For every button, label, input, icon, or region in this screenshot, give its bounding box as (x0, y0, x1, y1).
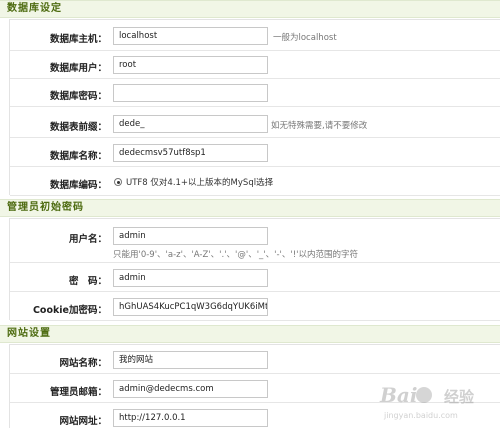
site-url-label: 网站网址： (59, 416, 107, 427)
admin-form: 用户名： admin 只能用'0-9'、'a-z'、'A-Z'、'.'、'@'、… (9, 218, 500, 321)
db-user-label: 数据库用户： (49, 63, 107, 74)
site-name-input[interactable]: 我的网站 (113, 351, 268, 369)
baidu-jingyan-watermark: Bai 经验 jingyan.baidu.com (380, 383, 500, 428)
db-password-label: 数据库密码： (49, 91, 107, 102)
db-user-input[interactable]: root (113, 56, 268, 74)
db-password-input[interactable] (113, 84, 268, 102)
watermark-url: jingyan.baidu.com (384, 411, 458, 420)
section-header-database: 数据库设定 (0, 0, 500, 18)
admin-cookie-label: Cookie加密码： (32, 305, 107, 316)
db-encoding-label: 数据库编码： (49, 180, 107, 191)
site-email-input[interactable]: admin@dedecms.com (113, 380, 268, 398)
watermark-logo: Bai (380, 383, 418, 407)
db-name-label: 数据库名称： (49, 151, 107, 162)
db-host-label: 数据库主机： (49, 34, 107, 45)
site-name-label: 网站名称： (59, 358, 107, 369)
admin-username-input[interactable]: admin (113, 227, 268, 245)
admin-password-label: 密 码： (68, 276, 107, 287)
admin-cookie-input[interactable]: hGhUAS4KucPC1qW3G6dqYUK6iMt (113, 298, 268, 316)
paw-icon (416, 387, 432, 403)
db-prefix-input[interactable]: dede_ (113, 115, 268, 133)
db-prefix-hint: 如无特殊需要,请不要修改 (271, 121, 368, 131)
admin-username-hint: 只能用'0-9'、'a-z'、'A-Z'、'.'、'@'、'_'、'-'、'!'… (113, 250, 358, 260)
watermark-text: 经验 (444, 388, 475, 406)
section-header-admin: 管理员初始密码 (0, 199, 500, 217)
encoding-option-label: UTF8 仅对4.1+以上版本的MySql选择 (126, 178, 274, 188)
section-header-site: 网站设置 (0, 325, 500, 343)
db-encoding-row: 数据库编码： UTF8 仅对4.1+以上版本的MySql选择 (10, 167, 500, 196)
admin-username-row: 用户名： admin 只能用'0-9'、'a-z'、'A-Z'、'.'、'@'、… (10, 219, 500, 263)
site-name-row: 网站名称： 我的网站 (10, 345, 500, 374)
db-prefix-row: 数据表前缀： dede_ 如无特殊需要,请不要修改 (10, 107, 500, 138)
db-host-row: 数据库主机： localhost 一般为localhost (10, 20, 500, 51)
admin-cookie-row: Cookie加密码： hGhUAS4KucPC1qW3G6dqYUK6iMt (10, 292, 500, 321)
db-name-input[interactable]: dedecmsv57utf8sp1 (113, 144, 268, 162)
db-host-input[interactable]: localhost (113, 27, 268, 45)
encoding-radio[interactable] (114, 178, 122, 186)
db-password-row: 数据库密码： (10, 79, 500, 107)
db-name-row: 数据库名称： dedecmsv57utf8sp1 (10, 138, 500, 167)
db-host-hint: 一般为localhost (273, 33, 337, 43)
admin-password-input[interactable]: admin (113, 269, 268, 287)
db-user-row: 数据库用户： root (10, 51, 500, 79)
admin-username-label: 用户名： (68, 234, 107, 245)
admin-password-row: 密 码： admin (10, 263, 500, 292)
site-url-input[interactable]: http://127.0.0.1 (113, 409, 268, 427)
database-form: 数据库主机： localhost 一般为localhost 数据库用户： roo… (9, 19, 500, 196)
db-prefix-label: 数据表前缀： (49, 122, 107, 133)
site-email-label: 管理员邮箱： (49, 387, 107, 398)
